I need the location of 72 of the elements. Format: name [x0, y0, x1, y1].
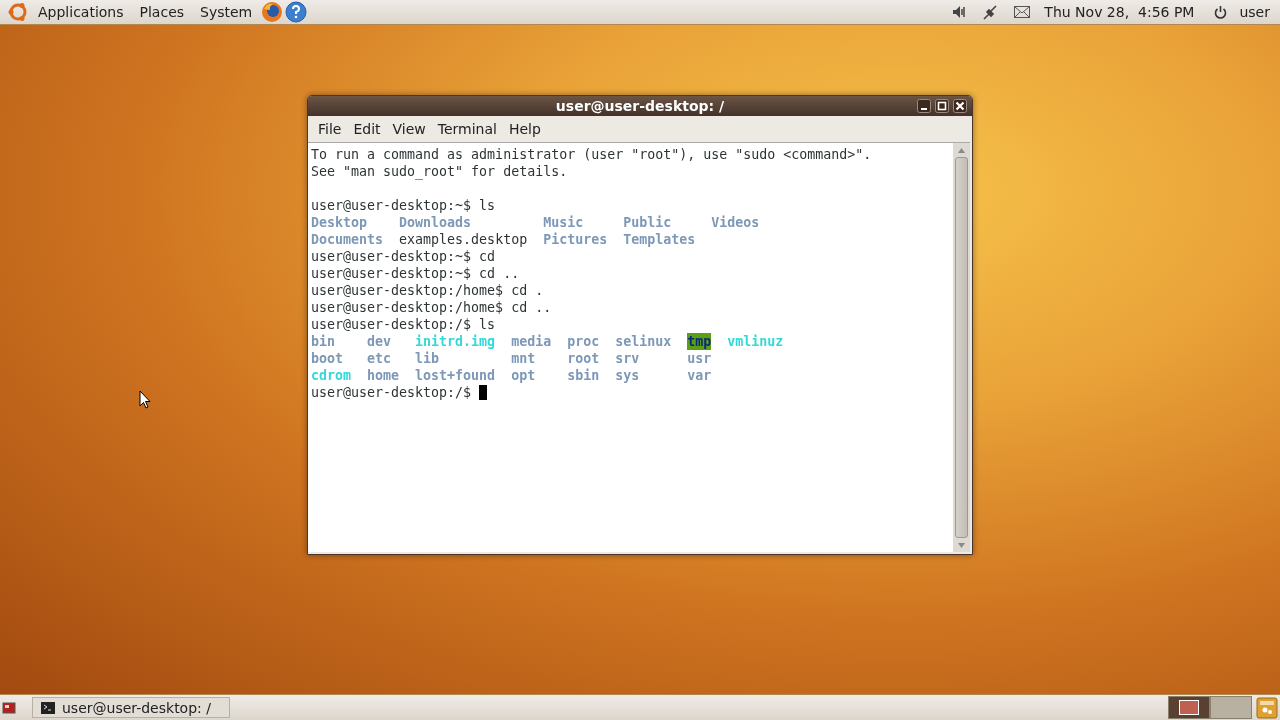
terminal-line: See "man sudo_root" for details.	[311, 163, 569, 180]
browser-icon[interactable]	[261, 1, 284, 23]
terminal-line: user@user-desktop:~$ ls	[311, 197, 497, 214]
link-name: cdrom	[311, 367, 352, 384]
directory-name: selinux	[615, 333, 672, 350]
directory-name: Documents	[311, 231, 384, 248]
terminal-line: user@user-desktop:~$ cd	[311, 248, 497, 265]
directory-name: media	[511, 333, 552, 350]
directory-name: var	[687, 367, 712, 384]
directory-name: tmp	[687, 333, 712, 350]
menu-item[interactable]: View	[386, 121, 432, 137]
minimize-icon[interactable]	[917, 99, 931, 113]
menu-item[interactable]: Terminal	[431, 121, 503, 137]
directory-name: etc	[367, 350, 392, 367]
directory-name: Templates	[623, 231, 696, 248]
link-name: initrd.img	[415, 333, 496, 350]
clock[interactable]: Thu Nov 28, 4:56 PM	[1038, 4, 1201, 20]
maximize-icon[interactable]	[935, 99, 949, 113]
directory-name: dev	[367, 333, 392, 350]
link-name: vmlinuz	[727, 333, 784, 350]
directory-name: lib	[415, 350, 440, 367]
panel-menu[interactable]: Applications	[30, 4, 132, 20]
directory-name: home	[367, 367, 400, 384]
directory-name: Pictures	[543, 231, 608, 248]
directory-name: opt	[511, 367, 536, 384]
scrollbar[interactable]	[953, 142, 970, 552]
workspace-switcher[interactable]	[1168, 696, 1210, 719]
directory-name: bin	[311, 333, 336, 350]
directory-name: usr	[687, 350, 712, 367]
taskbar-button[interactable]: user@user-desktop: /	[32, 697, 230, 718]
menu-item[interactable]: File	[312, 121, 348, 137]
terminal-line: To run a command as administrator (user "root"), use "sudo <command>".	[311, 146, 873, 163]
panel-menu[interactable]: System	[192, 4, 261, 20]
directory-name: Downloads	[399, 214, 472, 231]
user-menu[interactable]: user	[1200, 4, 1274, 20]
panel-menu[interactable]: Places	[131, 4, 193, 20]
network-icon[interactable]	[982, 3, 999, 21]
help-icon[interactable]	[285, 1, 308, 23]
directory-name: Public	[623, 214, 672, 231]
directory-name: Music	[543, 214, 584, 231]
directory-name: lost+found	[415, 367, 496, 384]
terminal-line: user@user-desktop:/home$ cd .	[311, 282, 545, 299]
terminal-prompt: user@user-desktop:/$	[311, 384, 473, 401]
text-cursor	[479, 385, 488, 400]
directory-name: root	[567, 350, 600, 367]
menu-item[interactable]: Edit	[347, 121, 387, 137]
terminal-icon	[41, 701, 55, 714]
directory-name: srv	[615, 350, 640, 367]
directory-name: boot	[311, 350, 344, 367]
show-desktop-icon[interactable]	[2, 700, 16, 715]
window-title: user@user-desktop: /	[555, 98, 725, 114]
directory-name: Videos	[711, 214, 760, 231]
directory-name: mnt	[511, 350, 536, 367]
trash-icon[interactable]	[1256, 696, 1278, 719]
file-name: examples.desktop	[399, 231, 528, 248]
volume-icon[interactable]	[952, 4, 967, 20]
directory-name: Desktop	[311, 214, 368, 231]
terminal-line: user@user-desktop:/home$ cd ..	[311, 299, 553, 316]
directory-name: proc	[567, 333, 600, 350]
power-icon	[1214, 5, 1228, 19]
close-icon[interactable]	[953, 99, 967, 113]
menu-item[interactable]: Help	[502, 121, 547, 137]
mail-icon[interactable]	[1014, 5, 1031, 19]
directory-name: sys	[615, 367, 640, 384]
workspace-switcher[interactable]	[1210, 696, 1252, 719]
terminal-line: user@user-desktop:/$ ls	[311, 316, 497, 333]
window-thumbnail	[1179, 700, 1199, 715]
logo-icon[interactable]	[7, 1, 29, 23]
mouse-pointer-icon	[139, 390, 151, 409]
directory-name: sbin	[567, 367, 600, 384]
scroll-thumb[interactable]	[955, 157, 968, 538]
terminal-line: user@user-desktop:~$ cd ..	[311, 265, 521, 282]
